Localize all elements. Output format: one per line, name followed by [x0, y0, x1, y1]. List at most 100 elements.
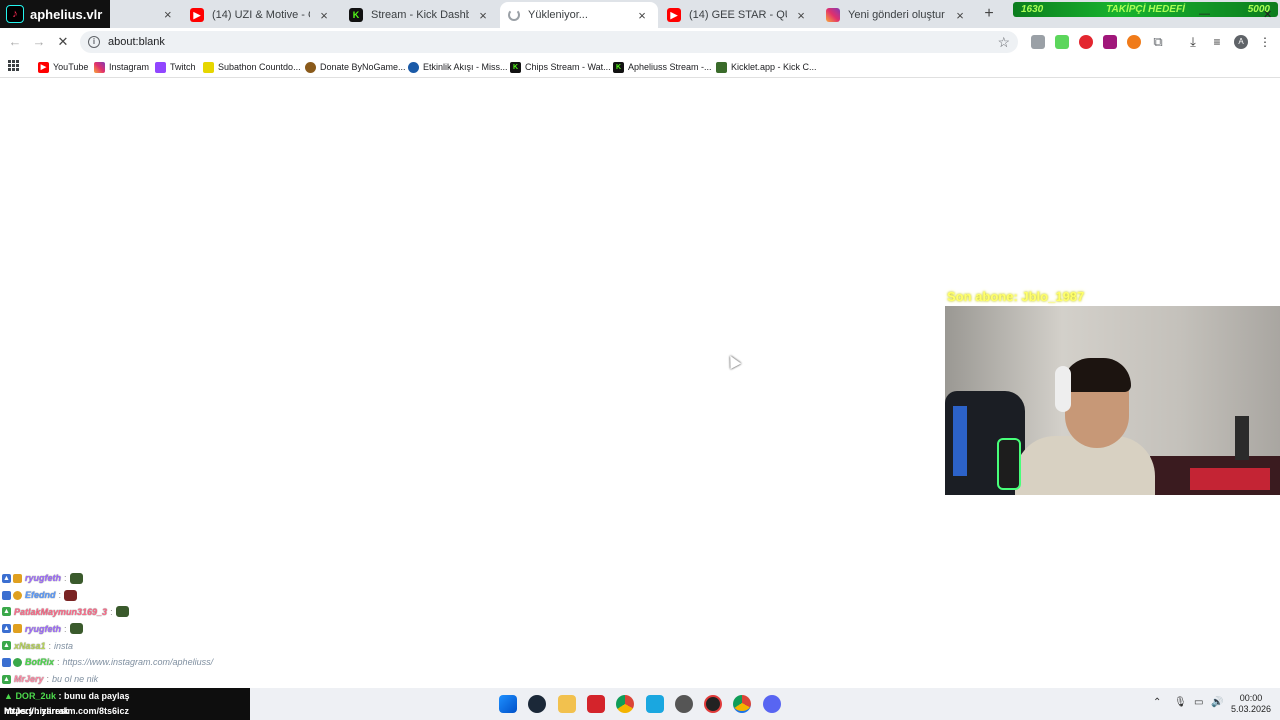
profile-avatar[interactable]: A: [1234, 35, 1248, 49]
tray-expand-icon[interactable]: ⌃: [1153, 697, 1161, 708]
bookmark-instagram[interactable]: Instagram: [94, 59, 149, 75]
globe-icon: [408, 61, 419, 73]
forward-arrow-icon[interactable]: →: [30, 33, 48, 51]
download-icon[interactable]: ⤓: [1186, 35, 1200, 49]
chat-username: ryugfeth: [25, 623, 61, 634]
windows-start-icon[interactable]: [499, 695, 517, 713]
opera-extension-icon[interactable]: [1079, 35, 1093, 49]
bookmark-label: Instagram: [109, 62, 150, 72]
stop-loading-icon[interactable]: ✕: [54, 33, 72, 51]
kick-badge-icon: ▲: [2, 607, 11, 617]
kick-badge-icon: [2, 657, 11, 667]
youtube-icon: ▶: [190, 8, 204, 22]
tab-loading[interactable]: Yükleniyor... ×: [500, 2, 658, 28]
ticker-badge-icon: ▲: [4, 691, 13, 701]
steam-icon[interactable]: [528, 695, 546, 713]
chat-message: ▲ ryugfeth :: [2, 620, 262, 637]
instagram-icon: [94, 61, 105, 73]
sub-badge-icon: [13, 624, 22, 634]
chrome-icon[interactable]: [616, 695, 634, 713]
chat-text: insta: [54, 640, 74, 651]
tab-title: Yeni gönderi oluştur • Instagram: [848, 9, 946, 21]
chat-text: bu ol ne nik: [52, 674, 99, 685]
tab-title: Stream - Kick Dashboard: [371, 9, 469, 21]
green-extension-icon[interactable]: [1055, 35, 1069, 49]
back-arrow-icon[interactable]: ←: [6, 33, 24, 51]
chat-username: xNasa1: [14, 640, 46, 651]
browser-toolbar: ← → ✕ i about:blank ☆ ⧉ ⤓ ≡ A ⋮: [0, 28, 1280, 56]
menu-kebab-icon[interactable]: ⋮: [1258, 35, 1272, 49]
tab-youtube-uzi[interactable]: ▶ (14) UZI & Motive - Ou (Officia ×: [182, 2, 340, 28]
volume-icon[interactable]: 🔊: [1211, 697, 1223, 708]
close-tab-icon[interactable]: ×: [475, 8, 491, 23]
app-icon[interactable]: [675, 695, 693, 713]
chat-message: ▲ MrJery : bu ol ne nik: [2, 674, 99, 685]
chat-ticker-overlay: ▲ DOR_2uk : bunu da paylaş https://hizli…: [0, 688, 250, 720]
kicklet-icon: [716, 61, 727, 73]
bookmark-star-icon[interactable]: ☆: [997, 34, 1010, 51]
ticker-username: DOR_2uk: [15, 691, 56, 701]
shield-extension-icon[interactable]: [1031, 35, 1045, 49]
bookmark-label: YouTube: [53, 62, 89, 72]
bookmark-etkinlik[interactable]: Etkinlik Akışı - Miss...: [408, 59, 508, 75]
close-tab-icon[interactable]: ×: [316, 8, 332, 23]
file-explorer-icon[interactable]: [558, 695, 576, 713]
emote-icon: [64, 589, 78, 601]
orange-extension-icon[interactable]: [1127, 35, 1141, 49]
bookmark-chips-stream[interactable]: K Chips Stream - Wat...: [510, 59, 611, 75]
snipping-tool-icon[interactable]: [646, 695, 664, 713]
chat-message: ▲ ryugfeth :: [2, 570, 262, 587]
headset: [1055, 366, 1071, 412]
chat-message: BotRix : https://www.instagram.com/aphel…: [2, 654, 262, 671]
discord-icon[interactable]: [763, 695, 781, 713]
chat-message: Efednd :: [2, 587, 262, 604]
clock-date: 5.03.2026: [1230, 704, 1272, 714]
kick-badge-icon: ▲: [2, 641, 11, 651]
tab-youtube-geestar[interactable]: ▶ (14) GEE STAR - QUARESMA (Fr ×: [659, 2, 817, 28]
valorant-icon[interactable]: [704, 695, 722, 713]
kick-badge-icon: ▲: [2, 624, 11, 634]
bookmark-bynogame[interactable]: Donate ByNoGame...: [305, 59, 406, 75]
minimize-button[interactable]: —: [1199, 8, 1210, 20]
close-tab-icon[interactable]: ×: [164, 7, 172, 22]
voicemeeter-icon[interactable]: [587, 695, 605, 713]
sub-badge-icon: [13, 590, 22, 600]
stream-chat-overlay: ▲ ryugfeth : Efednd : ▲ PatlakMaymun3169…: [2, 570, 262, 688]
bookmarks-bar: ▶ YouTube Instagram Twitch Subathon Coun…: [0, 56, 1280, 78]
close-tab-icon[interactable]: ×: [952, 8, 968, 23]
kick-icon: K: [510, 61, 521, 73]
microphone-icon[interactable]: 🎙: [1174, 697, 1187, 708]
chat-message: ▲ xNasa1 : insta: [2, 640, 74, 651]
extensions-puzzle-icon[interactable]: ⧉: [1151, 35, 1165, 49]
bookmark-subathon[interactable]: Subathon Countdo...: [203, 59, 301, 75]
bookmark-youtube[interactable]: ▶ YouTube: [38, 59, 88, 75]
purple-extension-icon[interactable]: [1103, 35, 1117, 49]
media-controls-icon[interactable]: ≡: [1210, 35, 1224, 49]
tab-instagram[interactable]: Yeni gönderi oluştur • Instagram ×: [818, 2, 976, 28]
tank-emote-icon: [69, 623, 83, 635]
close-window-button[interactable]: ✕: [1263, 8, 1272, 21]
new-tab-button[interactable]: +: [980, 5, 998, 23]
address-bar[interactable]: i about:blank ☆: [80, 31, 1018, 53]
bookmark-twitch[interactable]: Twitch: [155, 59, 196, 75]
bookmark-label: Chips Stream - Wat...: [525, 62, 611, 72]
chat-text: https://www.instagram.com/apheliuss/: [62, 657, 214, 668]
chat-username: PatlakMaymun3169_3: [14, 606, 108, 617]
bookmark-label: Twitch: [170, 62, 196, 72]
bookmark-kicklet[interactable]: Kicklet.app - Kick C...: [716, 59, 817, 75]
ticker-username: MrJery: [4, 706, 34, 716]
network-icon[interactable]: ▭: [1194, 697, 1203, 708]
bookmark-apheliuss-stream[interactable]: K Apheliuss Stream -...: [613, 59, 712, 75]
ticker-message: ▲ DOR_2uk : bunu da paylaş https://hizli…: [4, 691, 130, 716]
apps-grid-icon[interactable]: [8, 60, 19, 71]
tab-strip: ♪ aphelius.vlr × ▶ (14) UZI & Motive - O…: [0, 0, 1280, 28]
url-text[interactable]: about:blank: [108, 36, 997, 48]
webcam-feed: [945, 306, 1280, 495]
ticker-text: yarrak: [41, 706, 69, 716]
close-tab-icon[interactable]: ×: [793, 8, 809, 23]
chrome-active-icon[interactable]: [733, 695, 751, 713]
close-tab-icon[interactable]: ×: [634, 8, 650, 23]
tab-kick-dashboard[interactable]: K Stream - Kick Dashboard ×: [341, 2, 499, 28]
site-info-icon[interactable]: i: [88, 36, 100, 48]
system-clock[interactable]: 00:00 5.03.2026: [1226, 693, 1276, 715]
